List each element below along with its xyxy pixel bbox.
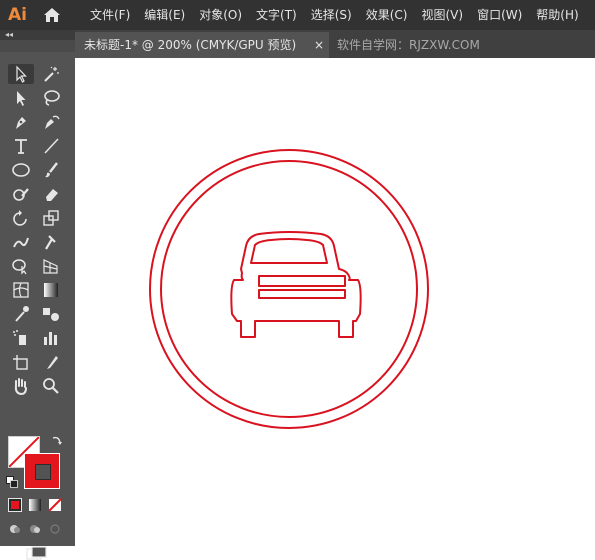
- symbol-sprayer-tool[interactable]: [8, 328, 34, 348]
- swap-fill-stroke-icon[interactable]: [50, 434, 64, 448]
- ellipse-tool[interactable]: [8, 160, 34, 180]
- menu-object[interactable]: 对象(O): [199, 0, 242, 30]
- selection-tool[interactable]: [8, 64, 34, 84]
- toolbar-header: ◂◂: [0, 30, 75, 40]
- tools-panel: ◂◂: [0, 30, 75, 560]
- pen-tool[interactable]: [8, 112, 34, 132]
- puppet-warp-tool[interactable]: [38, 232, 64, 252]
- tab-active-document[interactable]: 未标题-1* @ 200% (CMYK/GPU 预览) ×: [75, 32, 329, 58]
- car-in-circle-icon[interactable]: [75, 58, 595, 546]
- curvature-tool[interactable]: [38, 112, 64, 132]
- default-colors-icon[interactable]: [6, 476, 18, 488]
- screen-mode-icon[interactable]: [26, 546, 48, 560]
- lasso-tool[interactable]: [38, 88, 64, 108]
- direct-selection-tool[interactable]: [8, 88, 34, 108]
- app-logo: Ai: [8, 5, 27, 25]
- column-graph-tool[interactable]: [38, 328, 64, 348]
- warp-tool[interactable]: [8, 232, 34, 252]
- main-menu: 文件(F) 编辑(E) 对象(O) 文字(T) 选择(S) 效果(C) 视图(V…: [90, 0, 593, 30]
- shaper-tool[interactable]: [8, 184, 34, 204]
- color-mode-icon[interactable]: [8, 498, 22, 512]
- tab-inactive-document[interactable]: 软件自学网：RJZXW.COM: [337, 32, 480, 58]
- mesh-tool[interactable]: [8, 280, 34, 300]
- menu-window[interactable]: 窗口(W): [477, 0, 522, 30]
- shape-builder-tool[interactable]: [8, 256, 34, 276]
- menu-file[interactable]: 文件(F): [90, 0, 130, 30]
- tab-close-icon[interactable]: ×: [314, 32, 324, 58]
- paintbrush-tool[interactable]: [38, 160, 64, 180]
- gradient-mode-icon[interactable]: [28, 498, 42, 512]
- draw-inside-icon[interactable]: [48, 522, 62, 536]
- menu-edit[interactable]: 编辑(E): [144, 0, 185, 30]
- scale-tool[interactable]: [38, 208, 64, 228]
- menu-bar: Ai 文件(F) 编辑(E) 对象(O) 文字(T) 选择(S) 效果(C) 视…: [0, 0, 595, 30]
- menu-view[interactable]: 视图(V): [421, 0, 463, 30]
- gradient-tool[interactable]: [38, 280, 64, 300]
- car-icon[interactable]: [230, 231, 362, 338]
- collapse-icon[interactable]: ◂◂: [5, 30, 13, 40]
- eraser-tool[interactable]: [38, 184, 64, 204]
- stroke-swatch[interactable]: [24, 453, 60, 489]
- slice-tool[interactable]: [38, 352, 64, 372]
- menu-type[interactable]: 文字(T): [256, 0, 297, 30]
- line-segment-tool[interactable]: [38, 136, 64, 156]
- eyedropper-tool[interactable]: [8, 304, 34, 324]
- artboard-tool[interactable]: [8, 352, 34, 372]
- draw-normal-icon[interactable]: [8, 522, 22, 536]
- magic-wand-tool[interactable]: [38, 64, 64, 84]
- tab-title: 未标题-1* @ 200% (CMYK/GPU 预览): [84, 38, 297, 52]
- none-mode-icon[interactable]: [48, 498, 62, 512]
- zoom-tool[interactable]: [38, 376, 64, 396]
- perspective-grid-tool[interactable]: [38, 256, 64, 276]
- type-tool[interactable]: [8, 136, 34, 156]
- home-icon[interactable]: [42, 5, 62, 25]
- artboard-canvas[interactable]: [75, 58, 595, 546]
- menu-help[interactable]: 帮助(H): [536, 0, 578, 30]
- hand-tool[interactable]: [8, 376, 34, 396]
- menu-select[interactable]: 选择(S): [311, 0, 352, 30]
- blend-tool[interactable]: [38, 304, 64, 324]
- rotate-tool[interactable]: [8, 208, 34, 228]
- menu-effect[interactable]: 效果(C): [366, 0, 408, 30]
- toolbar-grip[interactable]: [0, 40, 75, 52]
- draw-behind-icon[interactable]: [28, 522, 42, 536]
- stroke-swatch-inner: [35, 464, 51, 480]
- document-tab-bar: 未标题-1* @ 200% (CMYK/GPU 预览) × 软件自学网：RJZX…: [75, 30, 595, 58]
